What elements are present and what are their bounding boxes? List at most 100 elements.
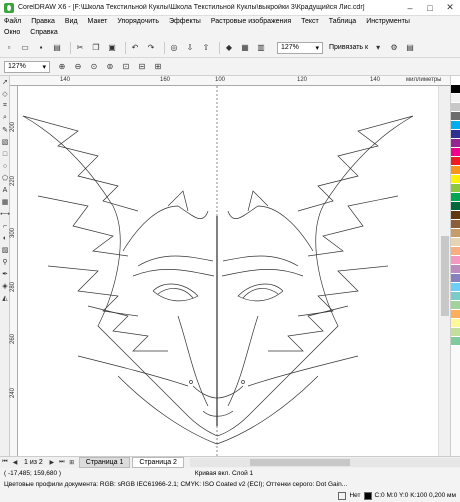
palette-swatch[interactable] [451, 103, 460, 112]
welcome-screen-icon[interactable]: ▦ [239, 42, 251, 54]
palette-swatch[interactable] [451, 184, 460, 193]
palette-swatch[interactable] [451, 328, 460, 337]
zoom-selected-icon[interactable]: ⊙ [88, 61, 100, 73]
zoom-page-height-icon[interactable]: ⊞ [152, 61, 164, 73]
menu-effects[interactable]: Эффекты [169, 18, 201, 25]
tab-page-1[interactable]: Страница 1 [78, 457, 131, 468]
zoom-out-icon[interactable]: ⊖ [72, 61, 84, 73]
menu-arrange[interactable]: Упорядочить [117, 18, 159, 25]
undo-icon[interactable]: ↶ [129, 42, 141, 54]
palette-swatch[interactable] [451, 130, 460, 139]
drawing-canvas[interactable] [18, 86, 438, 456]
crop-tool-icon[interactable]: ⌗ [0, 100, 10, 112]
outline-pen-tool-icon[interactable]: ✒ [0, 268, 10, 280]
fox-head-drawing[interactable] [18, 86, 438, 456]
menu-window[interactable]: Окно [4, 29, 20, 36]
vertical-ruler[interactable]: 200 220 300 280 260 240 [10, 86, 18, 462]
palette-swatch[interactable] [451, 283, 460, 292]
zoom-page-icon[interactable]: ⊡ [120, 61, 132, 73]
palette-swatch[interactable] [451, 76, 460, 85]
zoom-in-icon[interactable]: ⊕ [56, 61, 68, 73]
zoom-all-objects-icon[interactable]: ⊚ [104, 61, 116, 73]
zoom-property-select[interactable]: 127% ▾ [4, 60, 50, 73]
chevron-down-icon[interactable]: ▾ [372, 42, 384, 54]
fill-tool-icon[interactable]: ◈ [0, 280, 10, 292]
palette-swatch[interactable] [451, 310, 460, 319]
menu-help[interactable]: Справка [30, 29, 57, 36]
tab-page-2[interactable]: Страница 2 [132, 457, 184, 468]
polygon-tool-icon[interactable]: ⬠ [0, 172, 10, 184]
palette-swatch[interactable] [451, 202, 460, 211]
open-folder-icon[interactable]: ▭ [19, 42, 31, 54]
palette-swatch[interactable] [451, 211, 460, 220]
palette-swatch[interactable] [451, 139, 460, 148]
rectangle-tool-icon[interactable]: □ [0, 148, 10, 160]
cut-icon[interactable]: ✂ [74, 42, 86, 54]
shape-tool-icon[interactable]: ◇ [0, 88, 10, 100]
palette-swatch[interactable] [451, 157, 460, 166]
close-button[interactable]: ✕ [440, 0, 460, 16]
zoom-page-width-icon[interactable]: ⊟ [136, 61, 148, 73]
publish-pdf-icon[interactable]: ▥ [255, 42, 267, 54]
application-launcher-icon[interactable]: ◆ [223, 42, 235, 54]
zoom-level-select[interactable]: 127% ▾ [277, 41, 323, 54]
connector-tool-icon[interactable]: ⌐ [0, 220, 10, 232]
vertical-scroll-thumb[interactable] [441, 236, 449, 316]
palette-swatch[interactable] [451, 337, 460, 346]
previous-page-icon[interactable]: ◀ [10, 458, 20, 468]
smart-fill-tool-icon[interactable]: ▧ [0, 136, 10, 148]
paste-icon[interactable]: ▣ [106, 42, 118, 54]
snap-to-label[interactable]: Привязать к [329, 44, 368, 51]
menu-bitmaps[interactable]: Растровые изображения [211, 18, 291, 25]
palette-swatch[interactable] [451, 85, 460, 94]
palette-swatch[interactable] [451, 301, 460, 310]
palette-swatch[interactable] [451, 319, 460, 328]
palette-swatch[interactable] [451, 238, 460, 247]
zoom-tool-icon[interactable]: ⌕ [0, 112, 10, 124]
horizontal-scrollbar[interactable] [189, 458, 460, 467]
last-page-icon[interactable]: ⏭ [57, 458, 67, 468]
copy-icon[interactable]: ❐ [90, 42, 102, 54]
color-profile-info[interactable]: Цветовые профили документа: RGB: sRGB IE… [4, 481, 456, 488]
new-document-icon[interactable]: ▫ [3, 42, 15, 54]
pick-tool-icon[interactable]: ➚ [0, 76, 10, 88]
menu-text[interactable]: Текст [301, 18, 319, 25]
interactive-fill-tool-icon[interactable]: ◭ [0, 292, 10, 304]
first-page-icon[interactable]: ⏮ [0, 458, 10, 468]
menu-file[interactable]: Файл [4, 18, 21, 25]
search-content-icon[interactable]: ◎ [168, 42, 180, 54]
transparency-tool-icon[interactable]: ▨ [0, 244, 10, 256]
text-tool-icon[interactable]: A [0, 184, 10, 196]
export-icon[interactable]: ⇧ [200, 42, 212, 54]
dimension-tool-icon[interactable]: ⟷ [0, 208, 10, 220]
redo-icon[interactable]: ↷ [145, 42, 157, 54]
maximize-button[interactable]: □ [420, 0, 440, 16]
palette-swatch[interactable] [451, 247, 460, 256]
menu-edit[interactable]: Правка [31, 18, 55, 25]
eyedropper-tool-icon[interactable]: ⚲ [0, 256, 10, 268]
import-icon[interactable]: ⇩ [184, 42, 196, 54]
vertical-scrollbar[interactable] [438, 86, 450, 456]
palette-swatch[interactable] [451, 193, 460, 202]
menu-layout[interactable]: Макет [88, 18, 108, 25]
options-icon[interactable]: ⚙ [388, 42, 400, 54]
palette-swatch[interactable] [451, 220, 460, 229]
ellipse-tool-icon[interactable]: ○ [0, 160, 10, 172]
table-tool-icon[interactable]: ▦ [0, 196, 10, 208]
save-icon[interactable]: ▪ [35, 42, 47, 54]
add-page-icon[interactable]: ⊞ [67, 458, 77, 468]
freehand-tool-icon[interactable]: ✎ [0, 124, 10, 136]
menu-tools[interactable]: Инструменты [366, 18, 410, 25]
palette-swatch[interactable] [451, 256, 460, 265]
palette-swatch[interactable] [451, 121, 460, 130]
horizontal-scroll-thumb[interactable] [249, 459, 350, 466]
next-page-icon[interactable]: ▶ [47, 458, 57, 468]
blend-tool-icon[interactable]: ◐ [0, 232, 10, 244]
menu-view[interactable]: Вид [65, 18, 78, 25]
palette-swatch[interactable] [451, 175, 460, 184]
minimize-button[interactable]: – [400, 0, 420, 16]
horizontal-ruler[interactable]: 140 160 80 100 120 140 миллиметры [10, 76, 450, 86]
palette-swatch[interactable] [451, 148, 460, 157]
palette-swatch[interactable] [451, 229, 460, 238]
print-icon[interactable]: ▤ [51, 42, 63, 54]
